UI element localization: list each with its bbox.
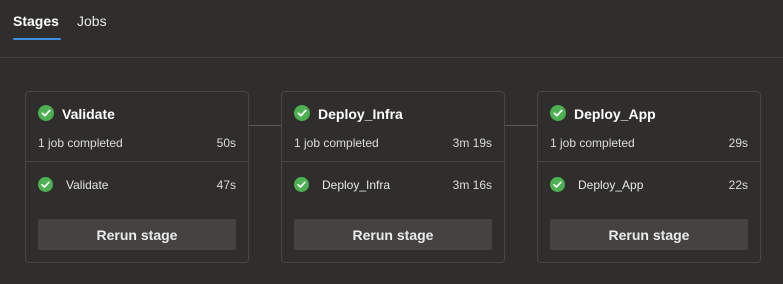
stage-title: Validate bbox=[62, 106, 115, 122]
job-row-deploy-app[interactable]: Deploy_App 22s bbox=[538, 171, 760, 199]
job-duration: 3m 16s bbox=[452, 178, 492, 192]
stage-duration: 50s bbox=[216, 136, 236, 150]
stage-header: Validate 1 job completed 50s bbox=[26, 92, 248, 162]
active-tab-indicator bbox=[13, 38, 61, 40]
stage-summary: 1 job completed bbox=[294, 136, 379, 150]
check-circle-icon bbox=[294, 105, 310, 121]
job-name: Deploy_Infra bbox=[322, 178, 391, 192]
stage-connector bbox=[249, 125, 281, 126]
rerun-stage-button[interactable]: Rerun stage bbox=[550, 219, 748, 250]
job-name: Validate bbox=[66, 178, 109, 192]
stage-title: Deploy_Infra bbox=[318, 106, 403, 122]
stage-summary: 1 job completed bbox=[38, 136, 123, 150]
rerun-stage-button[interactable]: Rerun stage bbox=[294, 219, 492, 250]
tab-bar: Stages Jobs bbox=[0, 0, 783, 58]
stage-duration: 29s bbox=[728, 136, 748, 150]
check-circle-icon bbox=[550, 177, 565, 192]
stage-card-deploy-app[interactable]: Deploy_App 1 job completed 29s Deploy_Ap… bbox=[537, 91, 761, 263]
check-circle-icon bbox=[38, 177, 53, 192]
stage-header: Deploy_App 1 job completed 29s bbox=[538, 92, 760, 162]
stage-header: Deploy_Infra 1 job completed 3m 19s bbox=[282, 92, 504, 162]
rerun-stage-button[interactable]: Rerun stage bbox=[38, 219, 236, 250]
job-duration: 22s bbox=[728, 178, 748, 192]
tab-jobs[interactable]: Jobs bbox=[77, 13, 107, 29]
job-row-deploy-infra[interactable]: Deploy_Infra 3m 16s bbox=[282, 171, 504, 199]
job-name: Deploy_App bbox=[578, 178, 644, 192]
check-circle-icon bbox=[294, 177, 309, 192]
stage-title: Deploy_App bbox=[574, 106, 656, 122]
check-circle-icon bbox=[550, 105, 566, 121]
stage-card-validate[interactable]: Validate 1 job completed 50s Validate 47… bbox=[25, 91, 249, 263]
job-duration: 47s bbox=[216, 178, 236, 192]
check-circle-icon bbox=[38, 105, 54, 121]
job-row-validate[interactable]: Validate 47s bbox=[26, 171, 248, 199]
stage-connector bbox=[505, 125, 537, 126]
stage-summary: 1 job completed bbox=[550, 136, 635, 150]
stage-duration: 3m 19s bbox=[452, 136, 492, 150]
tab-stages[interactable]: Stages bbox=[13, 13, 59, 29]
stage-card-deploy-infra[interactable]: Deploy_Infra 1 job completed 3m 19s Depl… bbox=[281, 91, 505, 263]
